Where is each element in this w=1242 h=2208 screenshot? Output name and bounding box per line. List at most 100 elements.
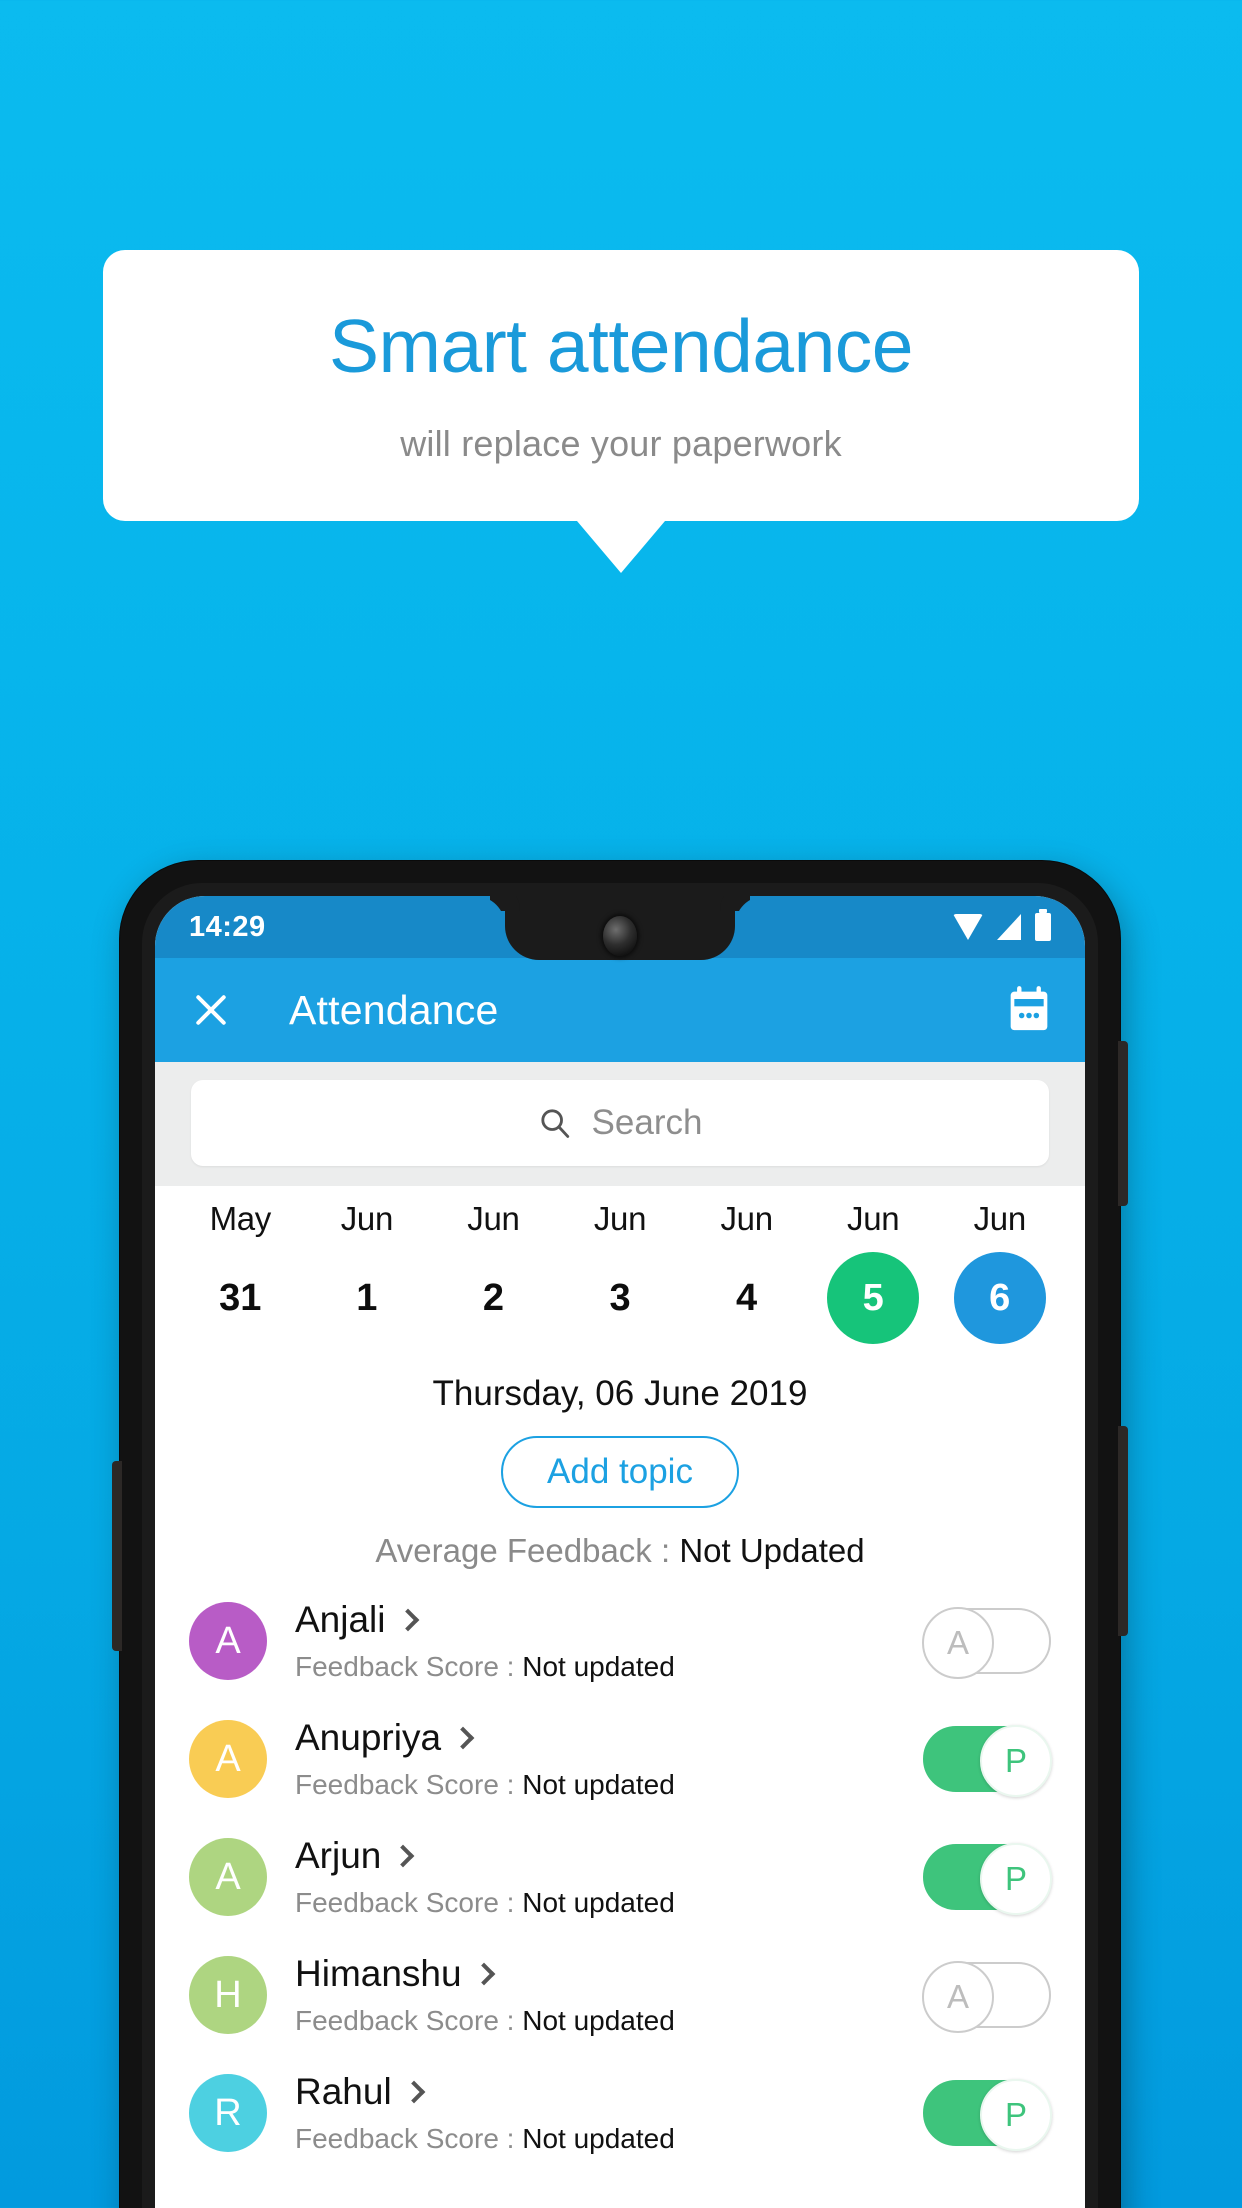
signal-icon — [997, 914, 1021, 940]
avatar: H — [189, 1956, 267, 2034]
list-item-body: Anupriya Feedback Score : Not updated — [295, 1717, 923, 1801]
status-icon-group — [953, 909, 1051, 941]
promo-card: Smart attendance will replace your paper… — [103, 250, 1139, 521]
search-icon — [540, 1109, 569, 1138]
date-cell[interactable]: Jun 3 — [557, 1200, 684, 1344]
avatar: A — [189, 1838, 267, 1916]
attendance-toggle-knob: A — [922, 1607, 994, 1679]
date-cell[interactable]: Jun 5 — [810, 1200, 937, 1344]
phone-volume-button[interactable] — [112, 1461, 122, 1651]
speech-bubble-tail — [577, 521, 665, 573]
battery-icon — [1035, 909, 1051, 941]
chevron-right-icon — [451, 1726, 475, 1750]
feedback-score-label: Feedback Score : — [295, 1651, 523, 1682]
date-day: 6 — [953, 1252, 1046, 1344]
date-cell[interactable]: Jun 1 — [304, 1200, 431, 1344]
attendance-toggle-knob: P — [980, 1843, 1052, 1915]
phone-screen: 14:29 Attendance Search May 31 Jun 1 Jun… — [155, 896, 1085, 2208]
student-name-row[interactable]: Anjali — [295, 1599, 923, 1641]
date-cell[interactable]: May 31 — [177, 1200, 304, 1344]
feedback-score-value: Not updated — [522, 2123, 675, 2154]
list-item[interactable]: A Arjun Feedback Score : Not updated P — [155, 1818, 1085, 1936]
selected-date-label: Thursday, 06 June 2019 — [432, 1374, 808, 1413]
student-name: Anupriya — [295, 1717, 442, 1758]
average-feedback-value: Not Updated — [679, 1532, 865, 1569]
attendance-toggle-knob: A — [922, 1961, 994, 2033]
promo-title: Smart attendance — [328, 304, 914, 388]
student-name-row[interactable]: Himanshu — [295, 1953, 923, 1995]
date-header-section: Thursday, 06 June 2019 Add topic Average… — [155, 1352, 1085, 1570]
attendance-toggle[interactable]: P — [923, 1725, 1052, 1797]
feedback-score-value: Not updated — [522, 2005, 675, 2036]
add-topic-button[interactable]: Add topic — [501, 1436, 739, 1508]
date-strip: May 31 Jun 1 Jun 2 Jun 3 Jun 4 Jun 5 Jun… — [155, 1186, 1085, 1352]
date-month: Jun — [593, 1200, 647, 1237]
date-month: Jun — [847, 1200, 900, 1237]
attendance-toggle[interactable]: P — [923, 2079, 1052, 2151]
feedback-score: Feedback Score : Not updated — [295, 2005, 923, 2037]
student-name-row[interactable]: Anupriya — [295, 1717, 923, 1759]
date-day: 31 — [219, 1277, 262, 1319]
feedback-score-label: Feedback Score : — [295, 1769, 523, 1800]
list-item-body: Anjali Feedback Score : Not updated — [295, 1599, 923, 1683]
date-cell-selected[interactable]: Jun 6 — [936, 1200, 1063, 1344]
phone-power-button[interactable] — [1118, 1041, 1128, 1206]
avatar: R — [189, 2074, 267, 2152]
student-name: Anjali — [295, 1599, 386, 1640]
app-bar: Attendance — [155, 958, 1085, 1062]
phone-side-button[interactable] — [1118, 1426, 1128, 1636]
date-month: Jun — [720, 1200, 773, 1237]
date-day: 1 — [356, 1277, 378, 1319]
phone-mockup: 14:29 Attendance Search May 31 Jun 1 Jun… — [112, 861, 1128, 2208]
date-month: Jun — [973, 1200, 1027, 1237]
wifi-icon — [953, 914, 983, 940]
date-month: May — [209, 1200, 272, 1237]
search-input[interactable]: Search — [191, 1080, 1049, 1166]
average-feedback-label: Average Feedback : — [375, 1532, 680, 1569]
student-list: A Anjali Feedback Score : Not updated A — [155, 1570, 1085, 2172]
attendance-toggle[interactable]: P — [923, 1843, 1052, 1915]
list-item-body: Arjun Feedback Score : Not updated — [295, 1835, 923, 1919]
feedback-score-label: Feedback Score : — [295, 2123, 523, 2154]
list-item[interactable]: H Himanshu Feedback Score : Not updated … — [155, 1936, 1085, 2054]
feedback-score-value: Not updated — [522, 1887, 675, 1918]
chevron-right-icon — [396, 1608, 419, 1632]
page-title: Attendance — [289, 986, 499, 1033]
promo-subtitle: will replace your paperwork — [400, 423, 842, 464]
student-name-row[interactable]: Arjun — [295, 1835, 923, 1877]
date-cell[interactable]: Jun 2 — [430, 1200, 557, 1344]
student-name: Himanshu — [295, 1953, 462, 1994]
chevron-right-icon — [392, 1844, 415, 1868]
date-month: Jun — [340, 1200, 394, 1237]
front-camera-icon — [603, 916, 637, 956]
list-item-body: Himanshu Feedback Score : Not updated — [295, 1953, 923, 2037]
phone-notch — [505, 896, 735, 960]
calendar-icon[interactable] — [1007, 986, 1051, 1034]
close-icon[interactable] — [189, 988, 233, 1032]
search-placeholder: Search — [591, 1103, 703, 1142]
attendance-toggle[interactable]: A — [922, 1607, 1051, 1679]
student-name: Arjun — [295, 1835, 382, 1876]
student-name-row[interactable]: Rahul — [295, 2071, 923, 2113]
promo-banner: Smart attendance will replace your paper… — [103, 250, 1139, 573]
avatar: A — [189, 1720, 267, 1798]
chevron-right-icon — [402, 2080, 426, 2104]
feedback-score: Feedback Score : Not updated — [295, 1769, 923, 1801]
attendance-toggle[interactable]: A — [922, 1961, 1051, 2033]
list-item[interactable]: A Anupriya Feedback Score : Not updated … — [155, 1700, 1085, 1818]
date-day: 3 — [609, 1277, 631, 1319]
date-day: 5 — [827, 1252, 920, 1344]
attendance-toggle-knob: P — [980, 1725, 1052, 1797]
list-item[interactable]: A Anjali Feedback Score : Not updated A — [155, 1582, 1085, 1700]
status-bar: 14:29 — [155, 896, 1085, 960]
average-feedback: Average Feedback : Not Updated — [155, 1532, 1085, 1570]
phone-bezel: 14:29 Attendance Search May 31 Jun 1 Jun… — [142, 883, 1098, 2208]
date-day: 2 — [482, 1277, 504, 1319]
list-item[interactable]: R Rahul Feedback Score : Not updated P — [155, 2054, 1085, 2172]
date-month: Jun — [467, 1200, 520, 1237]
status-time: 14:29 — [189, 910, 266, 943]
feedback-score-label: Feedback Score : — [295, 1887, 523, 1918]
feedback-score: Feedback Score : Not updated — [295, 1887, 923, 1919]
date-cell[interactable]: Jun 4 — [683, 1200, 810, 1344]
feedback-score-label: Feedback Score : — [295, 2005, 523, 2036]
